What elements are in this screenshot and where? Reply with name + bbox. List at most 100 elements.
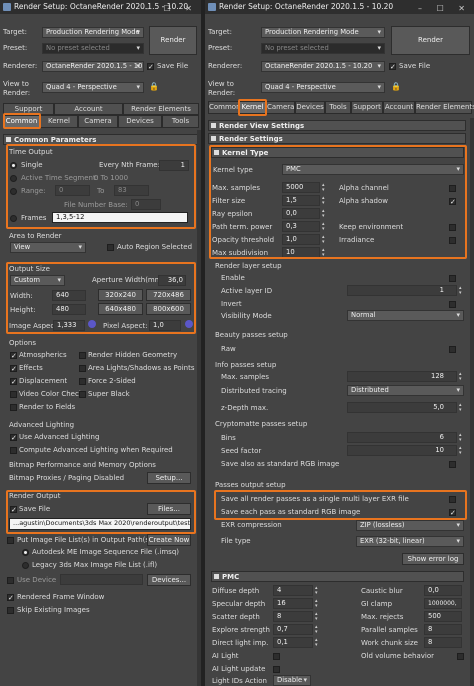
kernel-type-dropdown[interactable]: PMC bbox=[282, 164, 464, 175]
image-aspect-input[interactable]: 1,333 bbox=[53, 320, 85, 331]
explore-strength-spinner[interactable]: ▴ ▾ bbox=[315, 625, 320, 635]
skip-existing-checkbox[interactable] bbox=[7, 607, 14, 614]
ai-light-checkbox[interactable] bbox=[273, 653, 280, 660]
direct-light-input[interactable]: 0,1 bbox=[273, 637, 313, 648]
bitmap-setup-button[interactable]: Setup... bbox=[147, 472, 191, 484]
tab-devices[interactable]: Devices bbox=[118, 115, 162, 128]
device-field[interactable] bbox=[60, 574, 143, 585]
height-input[interactable]: 480 bbox=[52, 304, 86, 315]
tab-tools[interactable]: Tools bbox=[325, 101, 351, 114]
active-layer-spinner[interactable]: ▴ ▾ bbox=[459, 286, 464, 296]
target-dropdown[interactable]: Production Rendering Mode bbox=[261, 27, 385, 38]
lock-icon[interactable]: 🔒 bbox=[391, 82, 401, 91]
path-term-spinner[interactable]: ▴ ▾ bbox=[322, 222, 327, 232]
filter-size-spinner[interactable]: ▴ ▾ bbox=[322, 196, 327, 206]
max-subdivision-spinner[interactable]: ▴ ▾ bbox=[322, 248, 327, 258]
image-aspect-lock-icon[interactable] bbox=[88, 320, 96, 328]
enable-checkbox[interactable] bbox=[449, 275, 456, 282]
tab-common[interactable]: Common bbox=[208, 101, 241, 114]
raw-checkbox[interactable] bbox=[449, 346, 456, 353]
autodesk-radio[interactable] bbox=[22, 549, 29, 556]
range-radio[interactable] bbox=[10, 188, 17, 195]
use-adv-lighting-checkbox[interactable]: ✓ bbox=[10, 434, 17, 442]
show-error-log-button[interactable]: Show error log bbox=[402, 553, 464, 565]
output-size-preset[interactable]: Custom bbox=[10, 275, 65, 286]
video-color-check-checkbox[interactable] bbox=[10, 391, 17, 398]
use-device-checkbox[interactable] bbox=[7, 577, 14, 584]
tab-account[interactable]: Account bbox=[54, 103, 123, 115]
window-controls[interactable]: – ☐ ✕ bbox=[418, 2, 471, 16]
tab-common[interactable]: Common bbox=[3, 115, 40, 128]
keep-environment-checkbox[interactable] bbox=[449, 224, 456, 231]
preset-720x486-button[interactable]: 720x486 bbox=[146, 289, 191, 301]
atmospherics-checkbox[interactable]: ✓ bbox=[10, 352, 17, 360]
bins-input[interactable]: 6 bbox=[347, 432, 457, 443]
pixel-aspect-input[interactable]: 1,0 bbox=[149, 320, 181, 331]
create-now-button[interactable]: Create Now bbox=[147, 534, 191, 546]
render-settings-rollout[interactable]: Render Settings bbox=[208, 133, 466, 144]
explore-strength-input[interactable]: 0,7 bbox=[273, 624, 313, 635]
renderer-dropdown[interactable]: OctaneRender 2020.1.5 - 10.20 bbox=[261, 61, 385, 72]
specular-depth-spinner[interactable]: ▴ ▾ bbox=[315, 599, 320, 609]
max-rejects-input[interactable]: 500 bbox=[424, 611, 462, 622]
tab-camera[interactable]: Camera bbox=[266, 101, 295, 114]
files-button[interactable]: Files... bbox=[147, 503, 191, 515]
invert-checkbox[interactable] bbox=[449, 301, 456, 308]
effects-checkbox[interactable]: ✓ bbox=[10, 365, 17, 373]
max-subdivision-input[interactable]: 10 bbox=[282, 247, 320, 258]
gi-clamp-input[interactable]: 1000000, bbox=[424, 598, 462, 609]
pixel-aspect-lock-icon[interactable] bbox=[185, 320, 193, 328]
active-layer-input[interactable]: 1 bbox=[347, 285, 457, 296]
tab-kernel[interactable]: Kernel bbox=[40, 115, 78, 128]
tab-devices[interactable]: Devices bbox=[295, 101, 325, 114]
info-max-samples-spinner[interactable]: ▴ ▾ bbox=[459, 372, 464, 382]
frames-radio[interactable] bbox=[10, 215, 17, 222]
frames-input[interactable]: 1,3,5-12 bbox=[52, 212, 188, 223]
save-all-checkbox[interactable] bbox=[449, 496, 456, 503]
zdepth-spinner[interactable]: ▴ ▾ bbox=[459, 403, 464, 413]
preset-320x240-button[interactable]: 320x240 bbox=[98, 289, 143, 301]
super-black-checkbox[interactable] bbox=[79, 391, 86, 398]
aperture-input[interactable]: 36,0 bbox=[158, 275, 186, 286]
dist-tracing-dropdown[interactable]: Distributed bbox=[347, 385, 464, 396]
ray-epsilon-spinner[interactable]: ▴ ▾ bbox=[322, 209, 327, 219]
save-each-checkbox[interactable]: ✓ bbox=[449, 509, 456, 517]
output-path-field[interactable]: ...agustin\Documents\3ds Max 2020\render… bbox=[9, 518, 191, 530]
right-scrollbar[interactable] bbox=[470, 118, 474, 686]
view-dropdown[interactable]: Quad 4 - Perspective bbox=[42, 82, 144, 93]
work-chunk-input[interactable]: 8 bbox=[424, 637, 462, 648]
save-file-output-checkbox[interactable]: ✓ bbox=[10, 506, 17, 514]
preset-640x480-button[interactable]: 640x480 bbox=[98, 303, 143, 315]
render-button[interactable]: Render bbox=[391, 26, 470, 55]
kernel-type-rollout[interactable]: Kernel Type bbox=[211, 147, 464, 158]
force-2-sided-checkbox[interactable] bbox=[79, 378, 86, 385]
path-term-input[interactable]: 0,3 bbox=[282, 221, 320, 232]
ai-light-update-checkbox[interactable] bbox=[273, 666, 280, 673]
zdepth-input[interactable]: 5,0 bbox=[347, 402, 457, 413]
target-dropdown[interactable]: Production Rendering Mode bbox=[42, 27, 144, 38]
lock-icon[interactable]: 🔒 bbox=[149, 82, 159, 91]
diffuse-depth-spinner[interactable]: ▴ ▾ bbox=[315, 586, 320, 596]
tab-support[interactable]: Support bbox=[3, 103, 54, 115]
parallel-samples-input[interactable]: 8 bbox=[424, 624, 462, 635]
file-type-dropdown[interactable]: EXR (32-bit, linear) bbox=[356, 536, 464, 547]
crypto-save-checkbox[interactable] bbox=[449, 461, 456, 468]
put-image-checkbox[interactable] bbox=[7, 537, 14, 544]
max-samples-input[interactable]: 5000 bbox=[282, 182, 320, 193]
tab-render-elements[interactable]: Render Elements bbox=[415, 101, 474, 114]
scatter-depth-input[interactable]: 8 bbox=[273, 611, 313, 622]
seed-input[interactable]: 10 bbox=[347, 445, 457, 456]
tab-support[interactable]: Support bbox=[351, 101, 383, 114]
bins-spinner[interactable]: ▴ ▾ bbox=[459, 433, 464, 443]
irradiance-checkbox[interactable] bbox=[449, 237, 456, 244]
every-nth-input[interactable]: 1 bbox=[159, 160, 189, 171]
ray-epsilon-input[interactable]: 0,0 bbox=[282, 208, 320, 219]
area-dropdown[interactable]: View bbox=[10, 242, 86, 253]
render-to-fields-checkbox[interactable] bbox=[10, 404, 17, 411]
auto-region-checkbox[interactable] bbox=[107, 244, 114, 251]
window-controls[interactable]: – ☐ ✕ bbox=[145, 2, 198, 16]
view-dropdown[interactable]: Quad 4 - Perspective bbox=[261, 82, 385, 93]
preset-dropdown[interactable]: No preset selected bbox=[42, 43, 144, 54]
diffuse-depth-input[interactable]: 4 bbox=[273, 585, 313, 596]
common-parameters-rollout[interactable]: Common Parameters bbox=[3, 134, 199, 145]
